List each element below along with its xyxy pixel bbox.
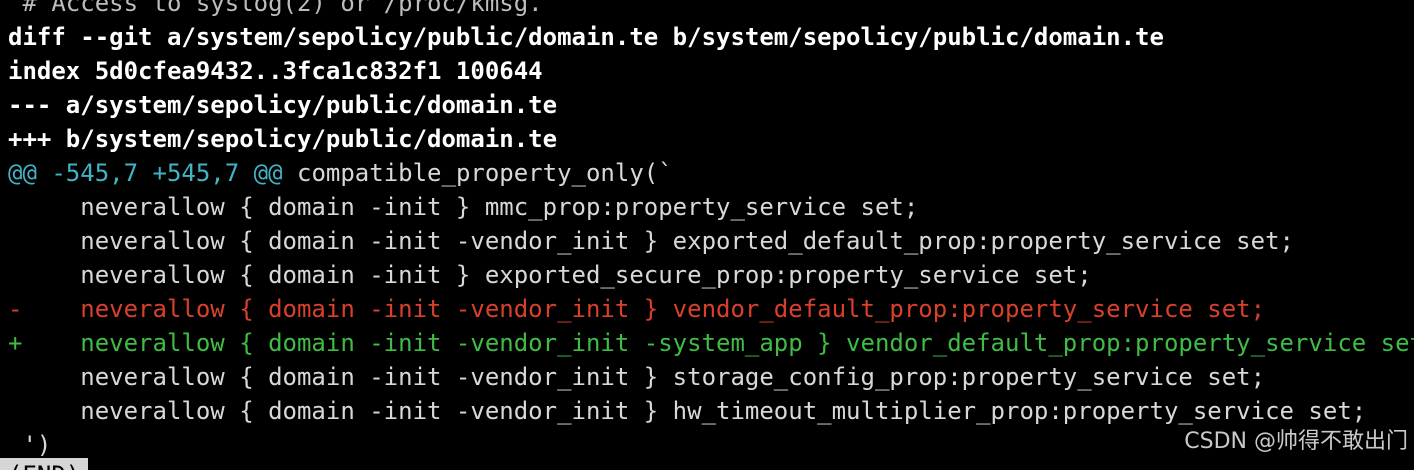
diff-added-line: + neverallow { domain -init -vendor_init… <box>8 329 1414 357</box>
diff-context-line: neverallow { domain -init } exported_sec… <box>8 261 1092 289</box>
diff-hunk-header-line: @@ -545,7 +545,7 @@ compatible_property_… <box>8 156 1414 190</box>
pager-end-indicator: (END) <box>0 458 89 470</box>
diff-context-line: neverallow { domain -init -vendor_init }… <box>8 227 1294 255</box>
diff-output: # Access to syslog(2) or /proc/kmsg. dif… <box>8 0 1414 462</box>
diff-new-file-line: +++ b/system/sepolicy/public/domain.te <box>8 125 558 153</box>
hunk-context: compatible_property_only(` <box>282 159 673 187</box>
diff-context-line: neverallow { domain -init -vendor_init }… <box>8 363 1266 391</box>
csdn-watermark: CSDN @帅得不敢出门 <box>1184 429 1408 454</box>
diff-git-header-line: diff --git a/system/sepolicy/public/doma… <box>8 23 1164 51</box>
diff-removed-line: - neverallow { domain -init -vendor_init… <box>8 295 1266 323</box>
comment-line: # Access to syslog(2) or /proc/kmsg. <box>8 0 543 17</box>
diff-old-file-line: --- a/system/sepolicy/public/domain.te <box>8 91 558 119</box>
diff-context-line: neverallow { domain -init } mmc_prop:pro… <box>8 193 919 221</box>
hunk-range: @@ -545,7 +545,7 @@ <box>8 159 283 187</box>
diff-index-line: index 5d0cfea9432..3fca1c832f1 100644 <box>8 57 543 85</box>
terminal-window[interactable]: # Access to syslog(2) or /proc/kmsg. dif… <box>0 0 1414 470</box>
diff-context-line: neverallow { domain -init -vendor_init }… <box>8 397 1367 425</box>
